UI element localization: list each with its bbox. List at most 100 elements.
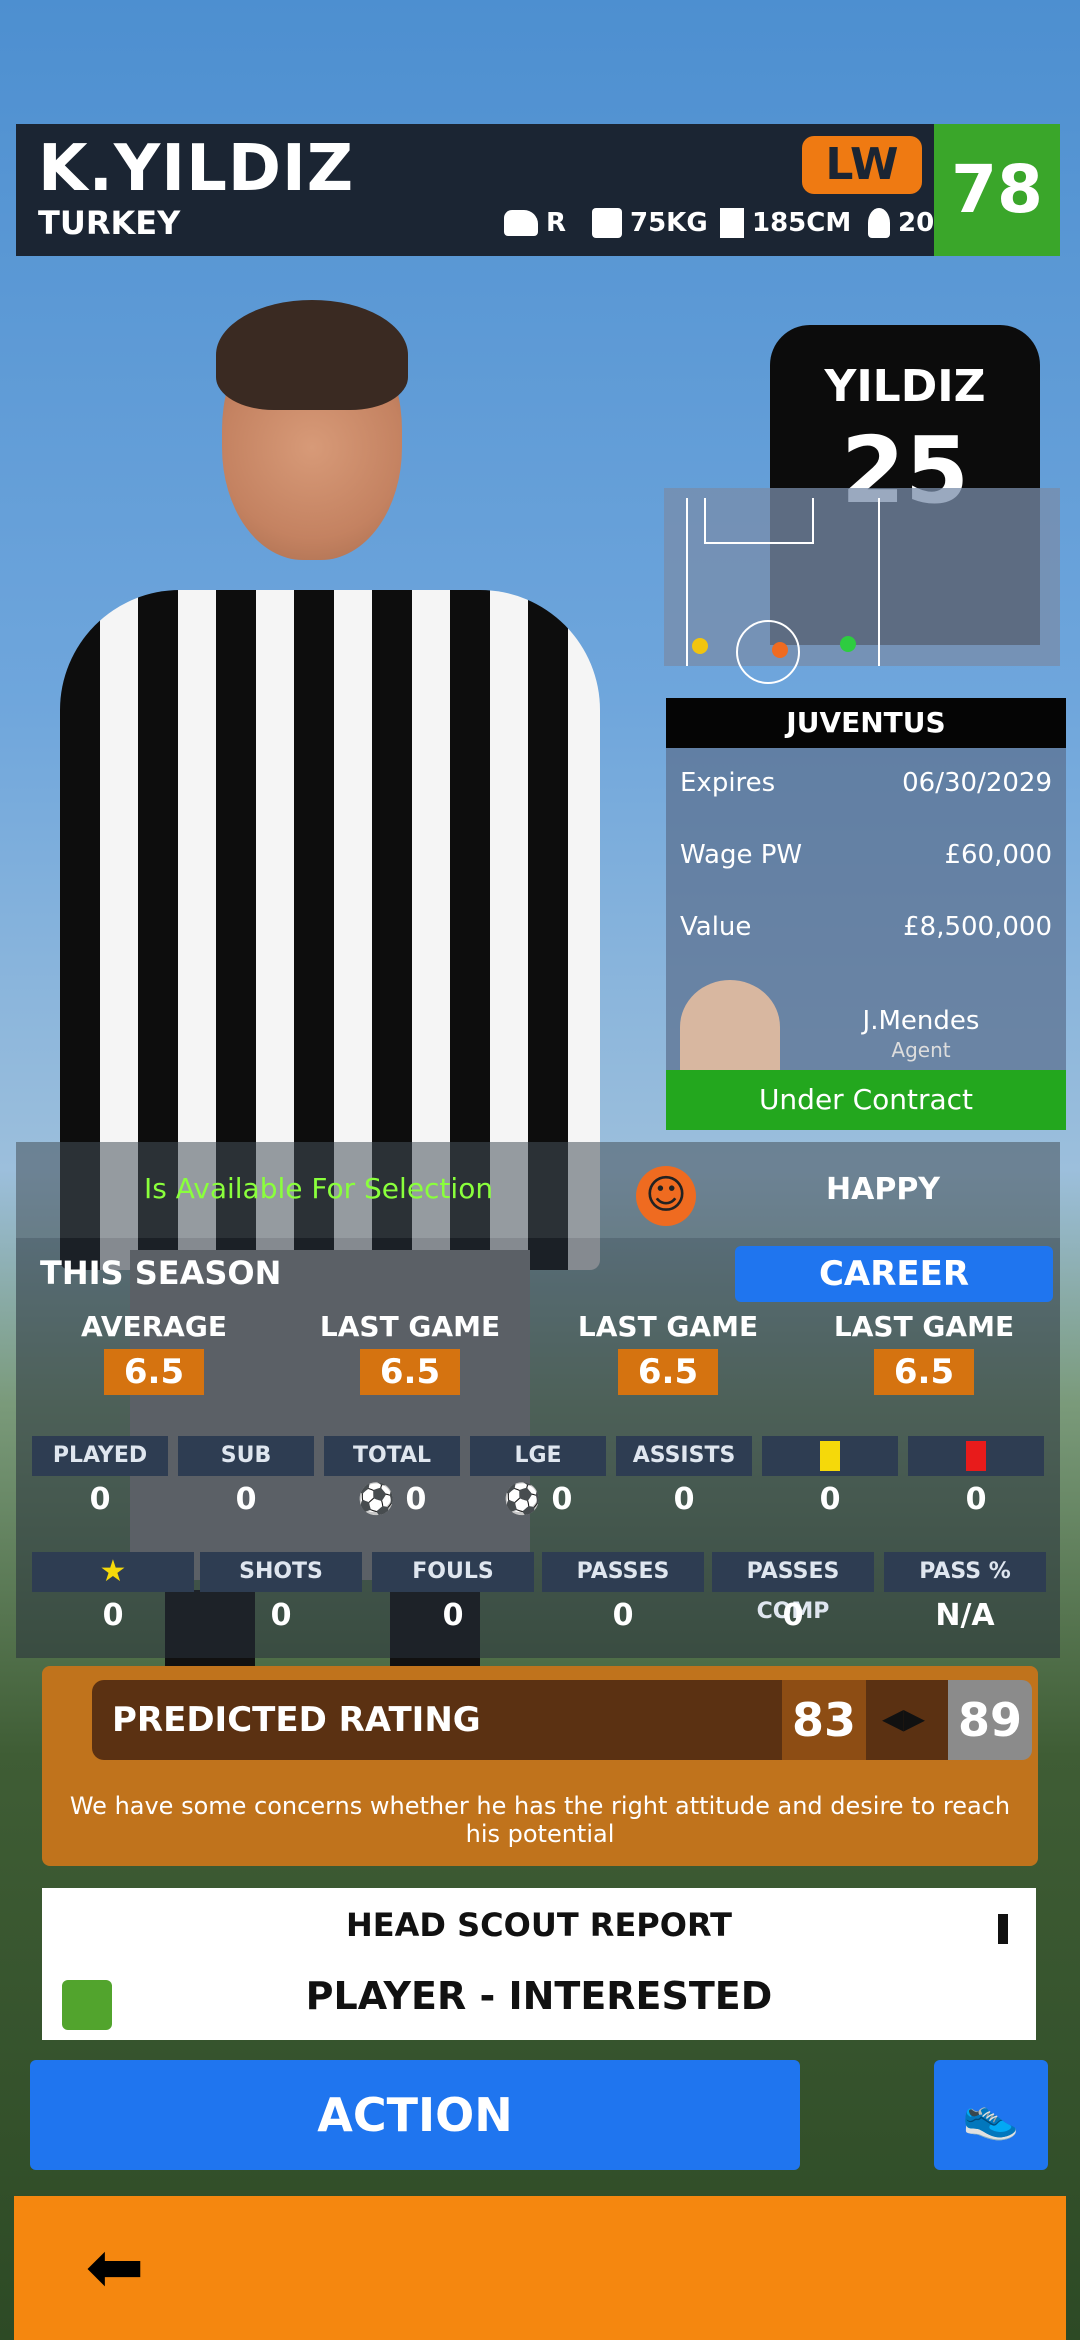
position-badge: LW [802,136,922,194]
stat-label: SHOTS [200,1552,362,1592]
availability-text: Is Available For Selection [144,1172,494,1205]
info-icon[interactable] [998,1914,1008,1944]
rating-label: LAST GAME [319,1310,501,1343]
thumbs-up-icon [62,1980,112,2030]
stat-label: ★ [32,1552,194,1592]
rating-average: AVERAGE 6.5 [34,1310,274,1395]
contract-label: Expires [680,768,776,798]
stat-sub: SUB 0 [178,1436,314,1517]
stat-label: PASS % [884,1552,1046,1592]
contract-label: Wage PW [680,840,803,870]
boot-button[interactable]: 👟 [934,2060,1048,2170]
contract-value: £60,000 [944,840,1052,870]
mood-label: HAPPY [826,1172,941,1207]
contract-panel: JUVENTUS Expires 06/30/2029 Wage PW £60,… [666,698,1066,1130]
contract-row-wage: Wage PW £60,000 [680,840,1052,870]
stat-label: PLAYED [32,1436,168,1476]
stat-label: FOULS [372,1552,534,1592]
predicted-rating-panel: PREDICTED RATING 83 ◀▶ 89 We have some c… [42,1666,1038,1866]
season-title: THIS SEASON [40,1254,282,1292]
stat-label: TOTAL [324,1436,460,1476]
rating-last-game-3: LAST GAME 6.5 [804,1310,1044,1395]
stat-assists: ASSISTS 0 [616,1436,752,1517]
stat-value-wrap: ⚽ 0 [324,1482,460,1517]
rating-label: LAST GAME [577,1310,759,1343]
stat-value: 0 [270,1598,292,1633]
person-icon [868,208,890,238]
smiley-icon: ☺ [636,1166,696,1226]
stat-shots: SHOTS 0 [200,1552,362,1633]
contract-label: Value [680,912,752,942]
star-icon: ★ [99,1554,127,1589]
rating-value: 6.5 [360,1349,460,1395]
stat-value: 0 [673,1482,695,1517]
stat-value: 0 [89,1482,111,1517]
scout-report-title: HEAD SCOUT REPORT [346,1906,732,1944]
stat-value: 0 [819,1482,841,1517]
player-hair [216,300,408,410]
rating-value: 6.5 [874,1349,974,1395]
predicted-high: 89 [948,1680,1032,1760]
bottom-bar: ⬅ [14,2196,1066,2340]
predicted-rating-bar: PREDICTED RATING 83 ◀▶ 89 [92,1680,1032,1760]
stat-value: 0 [235,1482,257,1517]
range-arrows-icon: ◀▶ [882,1702,926,1735]
stat-red-cards: 0 [908,1436,1044,1517]
pitch-dot-left [692,638,708,654]
height-stat: 185CM [720,208,851,238]
weight-stat: 75KG [592,208,708,238]
pitch-dot-center [772,642,788,658]
agent-name[interactable]: J.Mendes [786,1006,1056,1036]
stat-label [762,1436,898,1476]
scout-report-status: PLAYER - INTERESTED [305,1974,773,2018]
stat-value: 0 [442,1598,464,1633]
yellow-card-icon [820,1441,840,1471]
position-pitch [664,488,1060,684]
stat-passes: PASSES 0 [542,1552,704,1633]
height-value: 185CM [752,208,852,238]
stat-label: PASSES COMP [712,1552,874,1624]
stat-label: ASSISTS [616,1436,752,1476]
agent-avatar[interactable] [680,980,780,1074]
red-card-icon [966,1441,986,1471]
stat-value: 0 [405,1482,427,1517]
back-arrow-icon[interactable]: ⬅ [70,2232,160,2302]
pitch-box [704,498,814,544]
foot-stat: R [504,208,566,238]
rating-label: LAST GAME [833,1310,1015,1343]
stat-motm: ★ 0 [32,1552,194,1633]
club-name: JUVENTUS [666,698,1066,748]
scale-icon [592,208,622,238]
career-button[interactable]: CAREER [735,1246,1053,1302]
stat-pass-percent: PASS % N/A [884,1552,1046,1633]
stat-fouls: FOULS 0 [372,1552,534,1633]
weight-value: 75KG [630,208,708,238]
predicted-low: 83 [782,1680,866,1760]
age-stat: 20 [868,208,934,238]
stat-played: PLAYED 0 [32,1436,168,1517]
stat-league-goals: LGE ⚽ 0 [470,1436,606,1517]
jersey-name: YILDIZ [824,361,986,412]
ruler-icon [720,208,744,238]
availability-bar: Is Available For Selection ☺ HAPPY [16,1142,1060,1238]
player-nation: TURKEY [38,204,181,242]
rating-last-game-1: LAST GAME 6.5 [290,1310,530,1395]
agent-role: Agent [891,1038,951,1062]
stat-passes-completed: PASSES COMP 0 [712,1552,874,1633]
stat-label: PASSES [542,1552,704,1592]
age-value: 20 [898,208,935,238]
scout-report-panel[interactable]: HEAD SCOUT REPORT PLAYER - INTERESTED [42,1888,1036,2040]
rating-value: 6.5 [104,1349,204,1395]
predicted-rating-title: PREDICTED RATING [112,1700,481,1740]
ball-icon: ⚽ [357,1482,406,1517]
stat-value: 0 [612,1598,634,1633]
action-button[interactable]: ACTION [30,2060,800,2170]
contract-row-value: Value £8,500,000 [680,912,1052,942]
predicted-comment: We have some concerns whether he has the… [69,1792,1011,1848]
stat-value: 0 [782,1598,804,1633]
stat-value: 0 [551,1482,573,1517]
stat-value: N/A [935,1598,995,1633]
ball-icon: ⚽ [503,1482,552,1517]
stat-yellow-cards: 0 [762,1436,898,1517]
stat-total-goals: TOTAL ⚽ 0 [324,1436,460,1517]
